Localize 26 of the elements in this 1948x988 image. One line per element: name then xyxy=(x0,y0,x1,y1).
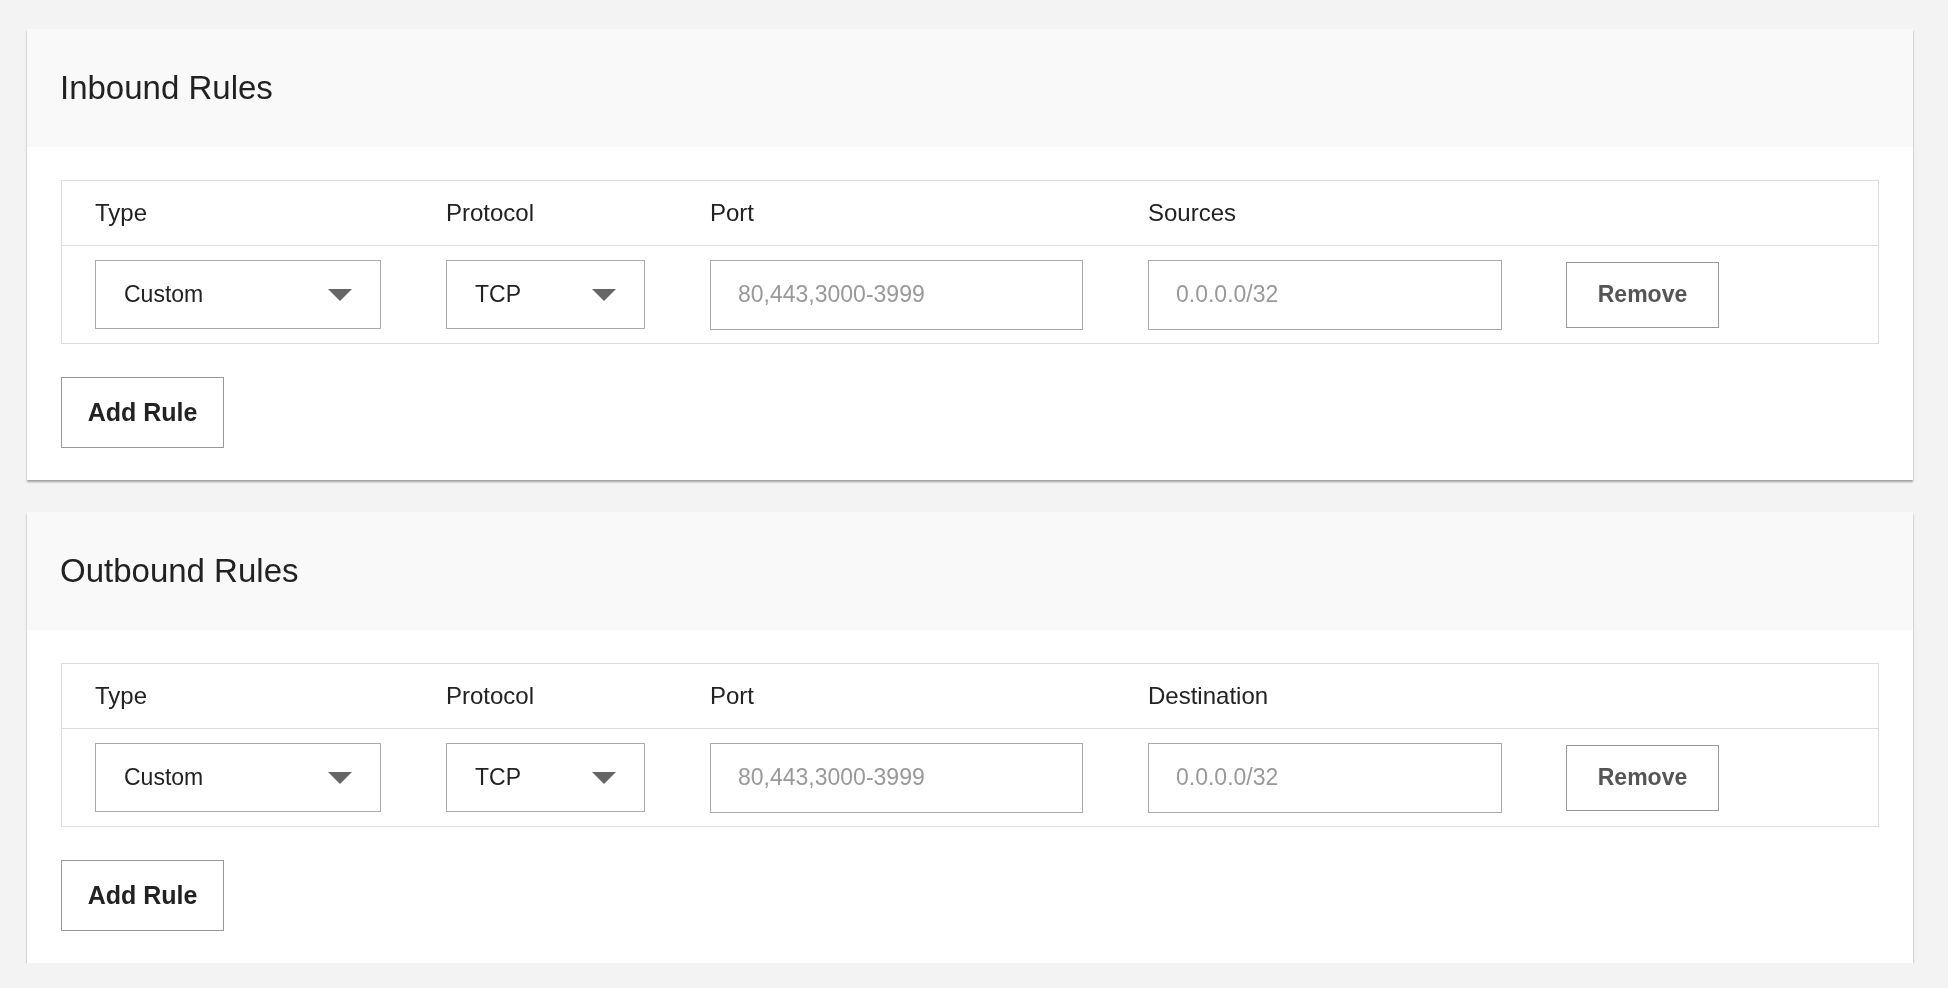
type-dropdown[interactable]: Custom xyxy=(95,260,381,329)
section-title: Outbound Rules xyxy=(60,552,299,590)
caret-icon xyxy=(328,288,352,301)
column-header: Protocol xyxy=(446,682,535,710)
address-input-field[interactable]: 0.0.0.0/32 xyxy=(1148,742,1502,813)
column-header: Type xyxy=(95,199,148,227)
column-header: Type xyxy=(95,682,148,710)
port-input-field[interactable]: 80,443,3000-3999 xyxy=(710,742,1083,813)
column-header: Destination xyxy=(1148,682,1269,710)
column-header: Port xyxy=(710,682,754,710)
caret-icon xyxy=(592,288,616,301)
address-input-field[interactable]: 0.0.0.0/32 xyxy=(1148,259,1502,330)
column-header: Protocol xyxy=(446,199,535,227)
protocol-dropdown[interactable]: TCP xyxy=(446,743,645,812)
remove-button[interactable]: Remove xyxy=(1566,261,1719,328)
add-rule-button[interactable]: Add Rule xyxy=(61,377,224,448)
section-title: Inbound Rules xyxy=(60,69,273,107)
column-header: Port xyxy=(710,199,754,227)
caret-icon xyxy=(592,771,616,784)
add-rule-button[interactable]: Add Rule xyxy=(61,860,224,931)
type-dropdown[interactable]: Custom xyxy=(95,743,381,812)
caret-icon xyxy=(328,771,352,784)
port-input-field[interactable]: 80,443,3000-3999 xyxy=(710,259,1083,330)
protocol-dropdown[interactable]: TCP xyxy=(446,260,645,329)
remove-button[interactable]: Remove xyxy=(1566,744,1719,811)
column-header: Sources xyxy=(1148,199,1237,227)
